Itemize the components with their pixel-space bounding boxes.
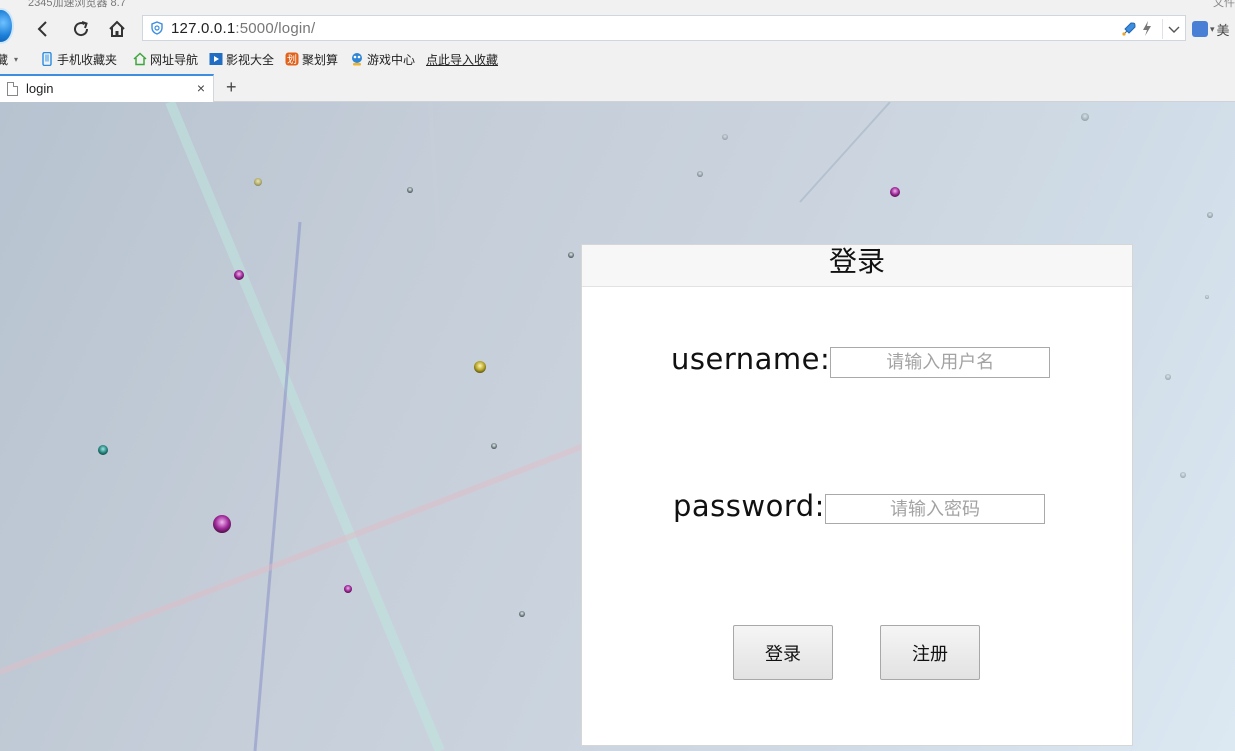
phone-icon [42,52,52,66]
document-icon [7,82,18,96]
bookmark-label: 影视大全 [226,52,275,67]
login-button[interactable]: 登录 [733,625,833,680]
home-button[interactable] [104,16,130,42]
url-path: :5000/login/ [235,20,316,37]
bookmark-video[interactable]: 影视大全 [209,50,274,68]
bookmark-mobile-favorites[interactable]: 手机收藏夹 [40,50,117,68]
window-title-bar: 2345加速浏览器 8.7 文件 [0,0,1235,14]
chevron-down-icon: ▾ [14,54,19,64]
login-title: 登录 [582,245,1132,287]
url-text[interactable]: 127.0.0.1:5000/login/ [171,20,315,37]
address-separator [1162,19,1163,39]
navigation-bar: 127.0.0.1:5000/login/ ▾ 美 [0,14,1235,44]
url-host: 127.0.0.1 [171,20,236,37]
password-row: password: [673,489,1045,524]
bookmark-folder-cut[interactable]: 藏 ▾ [0,50,18,68]
bookmark-site-nav[interactable]: 网址导航 [133,50,198,68]
reload-icon [74,21,89,37]
bookmark-label: 聚划算 [302,52,339,67]
bookmark-juhuasuan[interactable]: 划 聚划算 [285,50,338,68]
import-bookmarks-link[interactable]: 点此导入收藏 [426,50,498,68]
bookmark-label: 游戏中心 [367,52,416,67]
bookmark-label: 藏 [0,52,9,67]
password-label: password: [673,489,825,523]
username-label: username: [671,342,831,376]
extension-area[interactable]: ▾ 美 [1192,17,1235,41]
login-card: 登录 username: password: 登录 注册 [581,244,1133,746]
extension-label[interactable]: 美 [1217,20,1230,39]
speed-rocket-icon[interactable] [1121,21,1137,37]
home-nav-icon [133,52,147,66]
film-icon [209,53,223,65]
chevron-down-icon[interactable] [1167,22,1181,36]
lightning-icon[interactable] [1141,20,1153,37]
page-viewport: 登录 username: password: 登录 注册 [0,102,1235,751]
register-button[interactable]: 注册 [880,625,980,680]
username-row: username: [671,342,1051,378]
back-button[interactable] [30,16,56,42]
new-tab-button[interactable]: + [226,77,237,98]
baidu-paw-icon[interactable] [1192,21,1208,37]
close-tab-icon[interactable]: × [197,80,205,96]
tab-strip: login × + [0,73,1235,102]
window-menu-file[interactable]: 文件 [1213,0,1235,10]
bookmark-label: 手机收藏夹 [57,52,118,67]
tab-label: login [26,81,54,96]
juhuasuan-icon: 划 [285,52,299,66]
bookmark-game-center[interactable]: 游戏中心 [350,50,415,68]
game-icon [352,53,362,66]
home-icon [109,20,125,37]
bookmark-label: 网址导航 [150,52,199,67]
username-input[interactable] [830,347,1051,378]
tab-login[interactable]: login × [0,74,214,102]
address-bar[interactable]: 127.0.0.1:5000/login/ [142,15,1186,41]
security-shield-icon[interactable] [150,21,164,35]
window-title: 2345加速浏览器 8.7 [28,0,126,9]
extension-caret-icon[interactable]: ▾ [1210,24,1215,35]
reload-button[interactable] [68,16,94,42]
bookmark-label: 点此导入收藏 [426,52,499,67]
svg-text:划: 划 [287,53,297,66]
bookmarks-bar: 藏 ▾ 手机收藏夹 网址导航 影视大全 划 聚划算 游戏中心 点此导入收藏 [0,47,1235,71]
password-input[interactable] [824,494,1045,524]
back-arrow-icon [37,21,47,37]
